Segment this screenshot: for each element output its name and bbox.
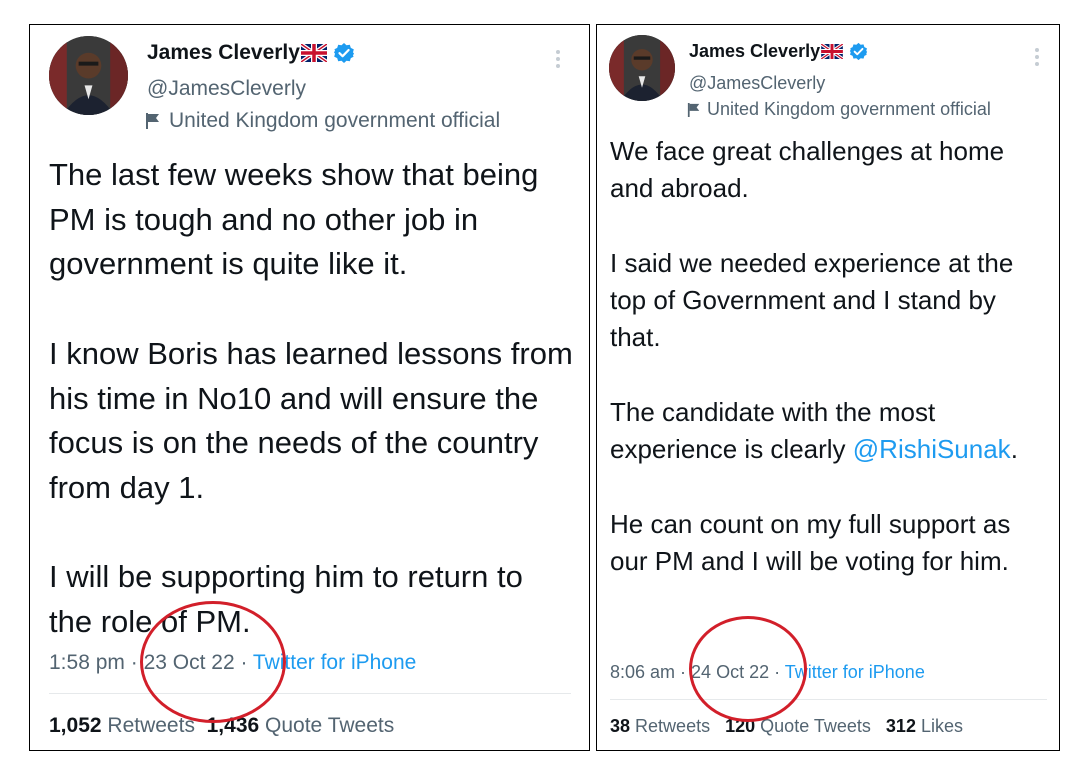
tweet-text: .	[1010, 434, 1018, 465]
uk-flag-icon	[821, 44, 844, 59]
government-label-text: United Kingdom government official	[169, 109, 501, 132]
tweet-stats: 38 Retweets 120 Quote Tweets 312 Likes	[610, 716, 963, 737]
tweet-paragraph: I said we needed experience at the top o…	[610, 247, 1014, 353]
tweet-body: The last few weeks show that being PM is…	[49, 153, 574, 645]
verified-badge-icon	[849, 42, 868, 61]
author-name-row: James Cleverly	[147, 41, 355, 65]
author-name[interactable]: James Cleverly	[689, 41, 820, 62]
divider	[49, 693, 571, 694]
tweet-date[interactable]: 23 Oct 22	[144, 651, 235, 674]
government-label: United Kingdom government official	[145, 109, 500, 133]
author-name-row: James Cleverly	[689, 41, 868, 62]
retweets-stat[interactable]: 38 Retweets	[610, 716, 710, 736]
meta-separator: ·	[675, 662, 692, 682]
likes-stat[interactable]: 312 Likes	[886, 716, 963, 736]
avatar[interactable]	[609, 35, 675, 101]
more-options-icon[interactable]	[1035, 45, 1039, 69]
tweet-time[interactable]: 1:58 pm	[49, 651, 125, 674]
tweet-body: We face great challenges at home and abr…	[610, 133, 1048, 581]
government-flag-icon	[687, 102, 701, 118]
tweet-paragraph: I know Boris has learned lessons from hi…	[49, 335, 573, 505]
tweet-card-left: James Cleverly @JamesCleverly United Kin…	[29, 24, 590, 751]
tweet-source-link[interactable]: Twitter for iPhone	[253, 651, 416, 674]
tweet-time[interactable]: 8:06 am	[610, 662, 675, 682]
tweet-card-right: James Cleverly @JamesCleverly United Kin…	[596, 24, 1060, 751]
meta-separator: ·	[124, 651, 144, 674]
retweets-stat[interactable]: 1,052 Retweets	[49, 714, 195, 737]
uk-flag-icon	[300, 44, 327, 62]
tweet-meta: 8:06 am · 24 Oct 22 · Twitter for iPhone	[610, 662, 925, 683]
tweet-paragraph: The candidate with the most experience i…	[610, 394, 1048, 469]
tweet-stats: 1,052 Retweets 1,436 Quote Tweets	[49, 714, 394, 738]
tweet-meta: 1:58 pm · 23 Oct 22 · Twitter for iPhone	[49, 651, 416, 675]
divider	[610, 699, 1047, 700]
tweet-source-link[interactable]: Twitter for iPhone	[785, 662, 925, 682]
meta-separator: ·	[234, 651, 253, 674]
mention-link[interactable]: @RishiSunak	[853, 434, 1011, 464]
tweet-paragraph: We face great challenges at home and abr…	[610, 136, 1005, 204]
tweet-paragraph: He can count on my full support as our P…	[610, 508, 1011, 577]
government-label: United Kingdom government official	[687, 99, 991, 120]
quote-tweets-stat[interactable]: 1,436 Quote Tweets	[207, 714, 395, 737]
author-handle[interactable]: @JamesCleverly	[689, 73, 825, 94]
quote-tweets-stat[interactable]: 120 Quote Tweets	[725, 716, 871, 736]
meta-separator: ·	[769, 662, 785, 682]
author-name[interactable]: James Cleverly	[147, 41, 300, 65]
tweet-date[interactable]: 24 Oct 22	[691, 662, 769, 682]
tweet-paragraph: I will be supporting him to return to th…	[49, 559, 523, 639]
author-handle[interactable]: @JamesCleverly	[147, 77, 306, 101]
government-flag-icon	[145, 112, 161, 130]
verified-badge-icon	[333, 42, 355, 64]
government-label-text: United Kingdom government official	[707, 99, 991, 119]
avatar[interactable]	[49, 36, 128, 115]
more-options-icon[interactable]	[556, 47, 560, 71]
tweet-paragraph: The last few weeks show that being PM is…	[49, 157, 539, 282]
